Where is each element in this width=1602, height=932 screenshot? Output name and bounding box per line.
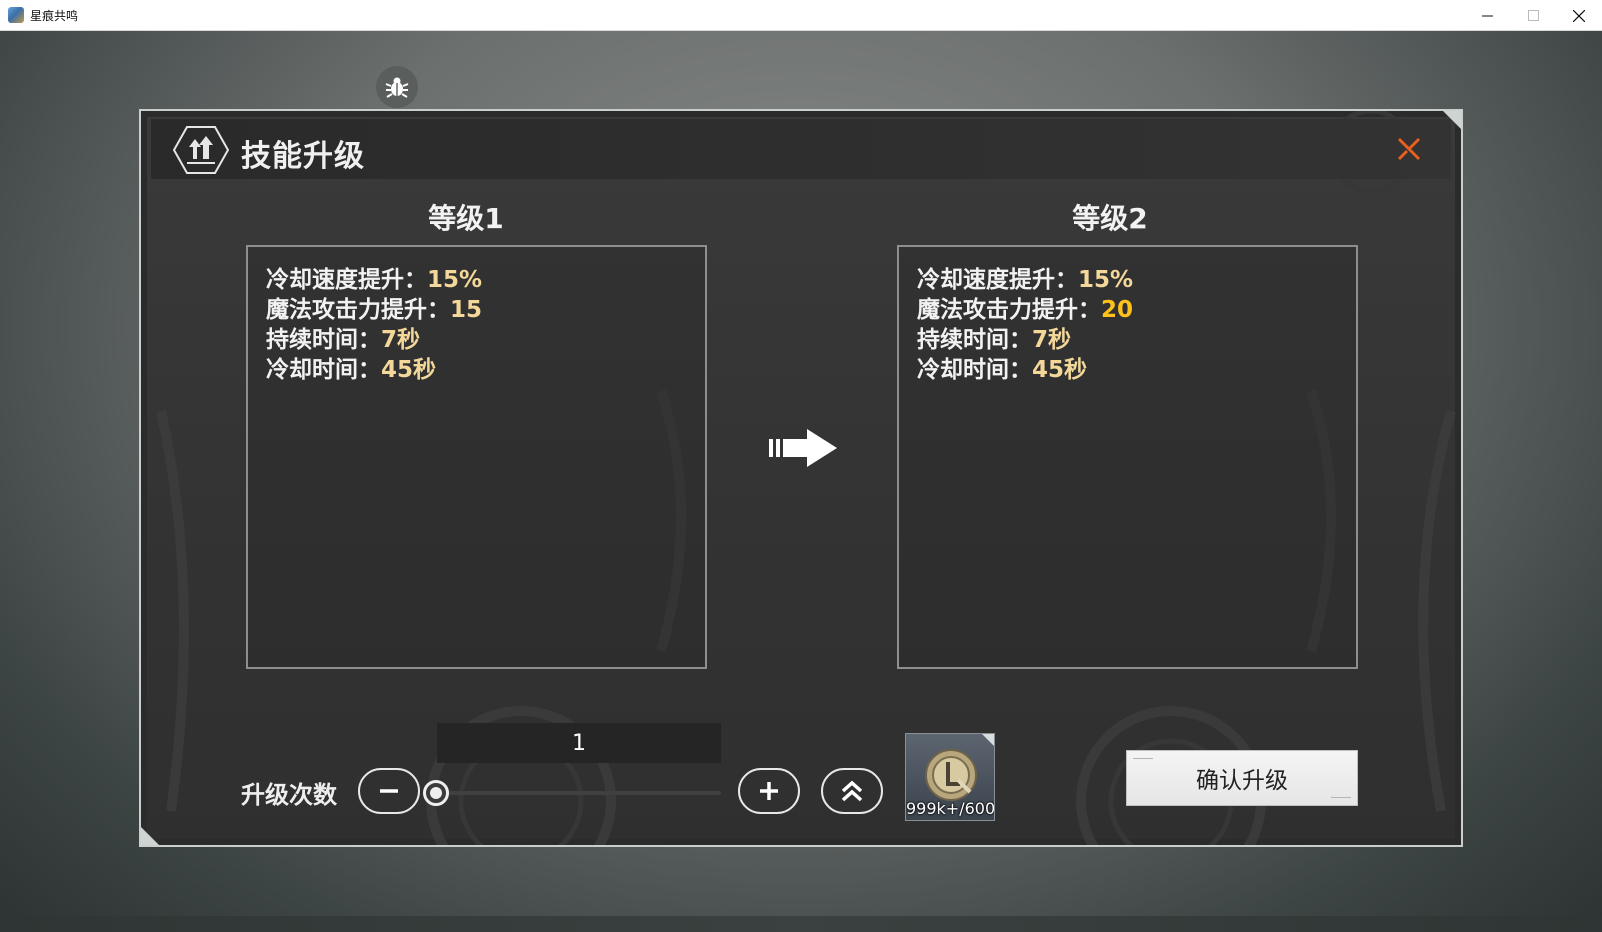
background-strip: [0, 916, 1602, 932]
double-chevron-up-icon: [841, 780, 863, 802]
stat-value: 45秒: [1032, 357, 1088, 383]
dialog-title: 技能升级: [241, 139, 365, 174]
current-stats-box: 冷却速度提升：15% 魔法攻击力提升：15 持续时间：7秒 冷却时间：45秒: [246, 245, 707, 669]
minimize-icon: [1481, 15, 1493, 17]
stat-value: 45秒: [381, 357, 437, 383]
stat-value: 7秒: [1032, 327, 1072, 353]
window-title: 星痕共鸣: [30, 9, 79, 23]
plus-icon: [760, 782, 778, 800]
cost-item-slot[interactable]: 999k+/600: [905, 733, 995, 821]
stat-line: 冷却速度提升：15%: [266, 267, 483, 293]
button-decoration: [1133, 758, 1153, 759]
decrease-button[interactable]: [358, 768, 420, 814]
increase-button[interactable]: [738, 768, 800, 814]
stat-value: 15: [450, 297, 483, 323]
stat-line: 持续时间：7秒: [917, 327, 1072, 353]
stat-line: 魔法攻击力提升：20: [917, 297, 1134, 323]
stat-line: 冷却时间：45秒: [917, 357, 1088, 383]
maximize-icon: [1527, 10, 1539, 21]
confirm-upgrade-label: 确认升级: [1196, 768, 1288, 794]
corner-decoration: [141, 827, 159, 845]
next-stats-box: 冷却速度提升：15% 魔法攻击力提升：20 持续时间：7秒 冷却时间：45秒: [897, 245, 1358, 669]
stat-value: 15%: [1078, 267, 1134, 293]
close-window-button[interactable]: [1556, 0, 1602, 31]
confirm-upgrade-button[interactable]: 确认升级: [1126, 750, 1358, 806]
stat-value-changed: 20: [1101, 297, 1134, 323]
right-arrow-icon: [769, 429, 837, 467]
minimize-button[interactable]: [1464, 0, 1510, 31]
coin-icon: [925, 749, 977, 801]
stat-line: 持续时间：7秒: [266, 327, 421, 353]
upgrade-count-field[interactable]: 1: [437, 723, 721, 763]
button-decoration: [1331, 797, 1351, 798]
upgrade-count-label: 升级次数: [241, 781, 337, 809]
minus-icon: [380, 789, 398, 793]
slider-thumb[interactable]: [423, 780, 449, 806]
stat-value: 15%: [427, 267, 483, 293]
bug-icon: [385, 77, 409, 98]
skill-upgrade-icon: [173, 126, 229, 174]
debug-bug-button[interactable]: [376, 66, 418, 108]
close-icon: [1573, 9, 1585, 22]
cost-amount: 999k+/600: [906, 799, 995, 818]
window-titlebar: 星痕共鸣: [0, 0, 1602, 31]
close-dialog-button[interactable]: [1395, 135, 1423, 163]
stat-value: 7秒: [381, 327, 421, 353]
maximize-button[interactable]: [1510, 0, 1556, 31]
max-button[interactable]: [821, 768, 883, 814]
stat-line: 冷却速度提升：15%: [917, 267, 1134, 293]
skill-upgrade-dialog: 技能升级 等级1 等级2 冷却速度提升：15% 魔法攻击力提升：15 持续时间：…: [139, 109, 1463, 847]
stat-line: 魔法攻击力提升：15: [266, 297, 483, 323]
current-level-title: 等级1: [428, 202, 504, 235]
stat-line: 冷却时间：45秒: [266, 357, 437, 383]
app-icon: [8, 7, 24, 23]
upgrade-count-slider[interactable]: [437, 791, 721, 795]
next-level-title: 等级2: [1072, 202, 1148, 235]
corner-decoration: [982, 734, 994, 746]
corner-decoration: [1443, 111, 1461, 129]
